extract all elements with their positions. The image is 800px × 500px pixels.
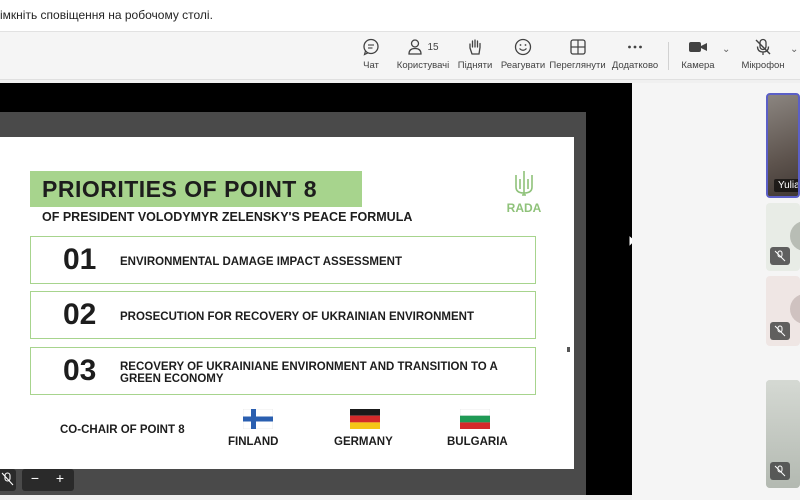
zoom-minus-button[interactable]: − bbox=[24, 470, 46, 486]
mic-off-icon bbox=[754, 37, 772, 57]
more-icon bbox=[626, 37, 644, 57]
zoom-plus-button[interactable]: + bbox=[49, 470, 71, 486]
logo-text: RADA bbox=[506, 201, 542, 215]
mic-off-icon bbox=[1, 472, 14, 486]
mic-button[interactable]: Мікрофон bbox=[740, 37, 786, 77]
mic-label: Мікрофон bbox=[741, 60, 785, 71]
mic-chevron-down-icon[interactable]: ⌄ bbox=[790, 44, 798, 55]
raise-hand-icon bbox=[466, 37, 484, 57]
participant-mic-off bbox=[770, 247, 790, 265]
priority-text: PROSECUTION FOR RECOVERY OF UKRAINIAN EN… bbox=[120, 311, 474, 323]
slide-subtitle: OF PRESIDENT VOLODYMYR ZELENSKY'S PEACE … bbox=[42, 210, 413, 224]
avatar bbox=[790, 294, 800, 324]
meeting-toolbar: Чат 15 Користувачі Підняти Реагувати Пер… bbox=[0, 32, 800, 80]
raise-hand-label: Підняти bbox=[457, 60, 493, 71]
chat-icon bbox=[362, 37, 380, 57]
country-label: FINLAND bbox=[228, 436, 279, 448]
mic-off-icon bbox=[774, 250, 786, 262]
bulgaria-flag-icon bbox=[460, 409, 490, 429]
people-count: 15 bbox=[427, 41, 439, 53]
view-button[interactable]: Переглянути bbox=[549, 37, 606, 77]
react-icon bbox=[514, 37, 532, 57]
country-label: GERMANY bbox=[334, 436, 393, 448]
priority-card: 03 RECOVERY OF UKRAINIANE ENVIRONMENT AN… bbox=[30, 347, 536, 395]
toolbar-divider bbox=[668, 42, 669, 70]
participant-name: Yulia bbox=[774, 179, 798, 192]
view-label: Переглянути bbox=[549, 60, 606, 71]
participant-mic-off bbox=[770, 462, 790, 480]
participant-tile[interactable] bbox=[766, 203, 800, 271]
priority-text: ENVIRONMENTAL DAMAGE IMPACT ASSESSMENT bbox=[120, 256, 402, 268]
zoom-controls: − + bbox=[22, 469, 74, 491]
country-label: BULGARIA bbox=[447, 436, 508, 448]
camera-button[interactable]: Камера bbox=[680, 37, 716, 77]
priority-number: 03 bbox=[63, 354, 97, 387]
participant-tile[interactable] bbox=[766, 276, 800, 346]
presenter-mic-indicator bbox=[0, 469, 16, 491]
participant-mic-off bbox=[770, 322, 790, 340]
avatar bbox=[790, 221, 800, 251]
slide-title-box: PRIORITIES OF POINT 8 bbox=[30, 171, 362, 207]
finland-flag-icon bbox=[243, 409, 273, 429]
people-button[interactable]: 15 Користувачі bbox=[397, 37, 449, 77]
presentation-slide: PRIORITIES OF POINT 8 OF PRESIDENT VOLOD… bbox=[0, 137, 574, 469]
priority-text: RECOVERY OF UKRAINIANE ENVIRONMENT AND T… bbox=[120, 361, 498, 385]
chat-label: Чат bbox=[363, 60, 379, 71]
rada-logo: RADA bbox=[502, 169, 546, 225]
trident-icon bbox=[515, 171, 533, 196]
react-label: Реагувати bbox=[500, 60, 546, 71]
slide-title: PRIORITIES OF POINT 8 bbox=[42, 176, 318, 202]
mic-off-icon bbox=[774, 465, 786, 477]
chat-button[interactable]: Чат bbox=[356, 37, 386, 77]
notification-text: імкніть сповіщення на робочому столі. bbox=[0, 8, 213, 22]
camera-label: Камера bbox=[681, 60, 715, 71]
priority-number: 02 bbox=[63, 298, 97, 331]
people-icon: 15 bbox=[407, 37, 439, 57]
priority-card: 02 PROSECUTION FOR RECOVERY OF UKRAINIAN… bbox=[30, 291, 536, 339]
raise-hand-button[interactable]: Підняти bbox=[457, 37, 493, 77]
people-label: Користувачі bbox=[396, 60, 450, 71]
cochair-label: CO-CHAIR OF POINT 8 bbox=[60, 424, 185, 436]
participant-tile[interactable]: Yulia bbox=[766, 93, 800, 198]
text-cursor bbox=[567, 347, 570, 352]
mic-off-icon bbox=[774, 325, 786, 337]
priority-number: 01 bbox=[63, 243, 97, 276]
more-button[interactable]: Додатково bbox=[612, 37, 658, 77]
priority-card: 01 ENVIRONMENTAL DAMAGE IMPACT ASSESSMEN… bbox=[30, 236, 536, 284]
react-button[interactable]: Реагувати bbox=[500, 37, 546, 77]
notification-bar: імкніть сповіщення на робочому столі. bbox=[0, 0, 800, 32]
more-label: Додатково bbox=[611, 60, 659, 71]
view-icon bbox=[569, 37, 587, 57]
participant-tile[interactable] bbox=[766, 380, 800, 488]
germany-flag-icon bbox=[350, 409, 380, 429]
camera-icon bbox=[688, 37, 708, 57]
camera-chevron-down-icon[interactable]: ⌄ bbox=[722, 44, 730, 55]
